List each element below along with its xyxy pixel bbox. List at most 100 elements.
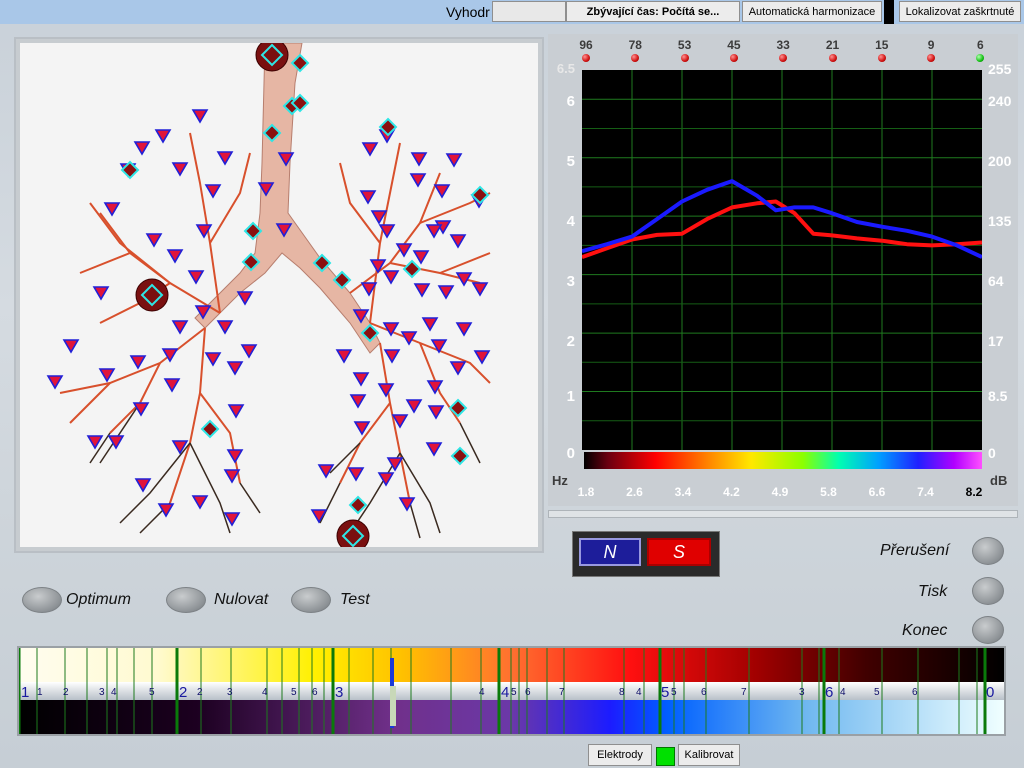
marker-diamond	[200, 419, 220, 439]
marker-triangle	[187, 270, 205, 285]
konec-label: Konec	[902, 622, 948, 639]
left-axis-label: 2	[566, 333, 575, 350]
marker-diamond	[402, 259, 422, 279]
frequency-scale[interactable]: 123456012345234564567845673456	[17, 646, 1006, 736]
status-field	[492, 1, 566, 22]
marker-diamond	[450, 446, 470, 466]
scale-major-number: 1	[21, 684, 29, 701]
marker-triangle	[204, 184, 222, 199]
left-axis-label: 1	[566, 388, 575, 405]
marker-triangle	[349, 394, 367, 409]
right-axis-label: 255	[988, 61, 1012, 77]
marker-triangle	[335, 349, 353, 364]
hz-tick-label: 5.8	[820, 485, 837, 499]
scale-minor-number: 2	[197, 687, 203, 698]
separator	[884, 0, 894, 24]
optimum-button[interactable]	[22, 587, 62, 613]
tisk-button[interactable]	[972, 577, 1004, 605]
scale-major-number: 0	[986, 684, 994, 701]
scale-minor-number: 5	[874, 687, 880, 698]
marker-triangle	[377, 383, 395, 398]
marker-triangle	[445, 153, 463, 168]
marker-triangle	[413, 283, 431, 298]
right-axis-label: 17	[988, 333, 1004, 349]
marker-triangle	[171, 320, 189, 335]
hz-tick-label: 2.6	[626, 485, 643, 499]
polarity-n-button[interactable]: N	[579, 538, 641, 566]
marker-triangle	[400, 331, 418, 346]
marker-triangle	[223, 469, 241, 484]
lung-image-panel	[14, 37, 544, 553]
marker-triangle	[425, 442, 443, 457]
scale-minor-number: 5	[149, 687, 155, 698]
marker-triangle	[226, 361, 244, 376]
right-axis-label: 64	[988, 273, 1004, 289]
marker-triangle	[129, 355, 147, 370]
marker-triangle	[236, 291, 254, 306]
indicator-led	[877, 54, 886, 62]
marker-triangle	[157, 503, 175, 518]
marker-triangle	[412, 250, 430, 265]
scale-minor-number: 3	[799, 687, 805, 698]
marker-triangle	[471, 282, 489, 297]
scale-minor-number: 4	[636, 687, 642, 698]
scale-minor-number: 3	[99, 687, 105, 698]
marker-triangle	[166, 249, 184, 264]
marker-triangle	[46, 375, 64, 390]
polarity-s-button[interactable]: S	[647, 538, 711, 566]
right-axis-label: 8.5	[988, 388, 1008, 404]
marker-large	[336, 519, 370, 553]
scale-major-number: 6	[825, 684, 833, 701]
auto-harmonization-button[interactable]: Automatická harmonizace	[742, 1, 882, 22]
marker-triangle	[455, 322, 473, 337]
lung-canvas[interactable]	[20, 38, 538, 553]
marker-triangle	[171, 440, 189, 455]
lung-illustration	[46, 38, 491, 553]
scale-minor-number: 1	[37, 687, 43, 698]
calibrate-button[interactable]: Kalibrovat	[678, 744, 740, 766]
marker-triangle	[204, 352, 222, 367]
left-axis-label: 0	[566, 445, 575, 462]
test-button[interactable]	[291, 587, 331, 613]
marker-triangle	[145, 233, 163, 248]
marker-triangle	[191, 495, 209, 510]
right-axis-label: 135	[988, 213, 1012, 229]
hz-tick-label: 1.8	[577, 485, 595, 499]
top-number: 96	[579, 38, 593, 52]
electrodes-button[interactable]: Elektrody	[588, 744, 652, 766]
scale-minor-number: 7	[559, 687, 565, 698]
marker-triangle	[171, 162, 189, 177]
scale-minor-number: 4	[479, 687, 485, 698]
frequency-plot[interactable]	[581, 70, 983, 450]
nulovat-button[interactable]	[166, 587, 206, 613]
top-number: 78	[628, 38, 642, 52]
marker-triangle	[352, 372, 370, 387]
marker-triangle	[430, 339, 448, 354]
marker-triangle	[427, 405, 445, 420]
right-axis-label: 200	[988, 153, 1012, 169]
right-axis-label: 240	[988, 93, 1012, 109]
hz-tick-label: 4.2	[723, 485, 740, 499]
left-axis-label: 5	[566, 153, 575, 170]
preruseni-button[interactable]	[972, 537, 1004, 565]
scale-minor-number: 5	[511, 687, 517, 698]
marker-triangle	[226, 449, 244, 464]
marker-triangle	[134, 478, 152, 493]
polarity-switch[interactable]: N S	[572, 531, 720, 577]
left-axis-label: 6	[566, 93, 575, 110]
marker-triangle	[216, 320, 234, 335]
marker-triangle	[405, 399, 423, 414]
scale-minor-number: 2	[63, 687, 69, 698]
top-number: 45	[727, 38, 741, 52]
scale-minor-number: 4	[111, 687, 117, 698]
left-axis-label: 6.5	[556, 61, 575, 76]
marker-triangle	[409, 173, 427, 188]
konec-button[interactable]	[972, 616, 1004, 644]
graph-slider[interactable]	[548, 510, 1018, 518]
left-axis-label: 3	[566, 273, 575, 290]
localize-checked-button[interactable]: Lokalizovat zaškrtnuté	[899, 1, 1021, 22]
scale-minor-number: 7	[741, 687, 747, 698]
scale-minor-number: 6	[312, 687, 318, 698]
scale-minor-number: 5	[291, 687, 297, 698]
marker-triangle	[92, 286, 110, 301]
